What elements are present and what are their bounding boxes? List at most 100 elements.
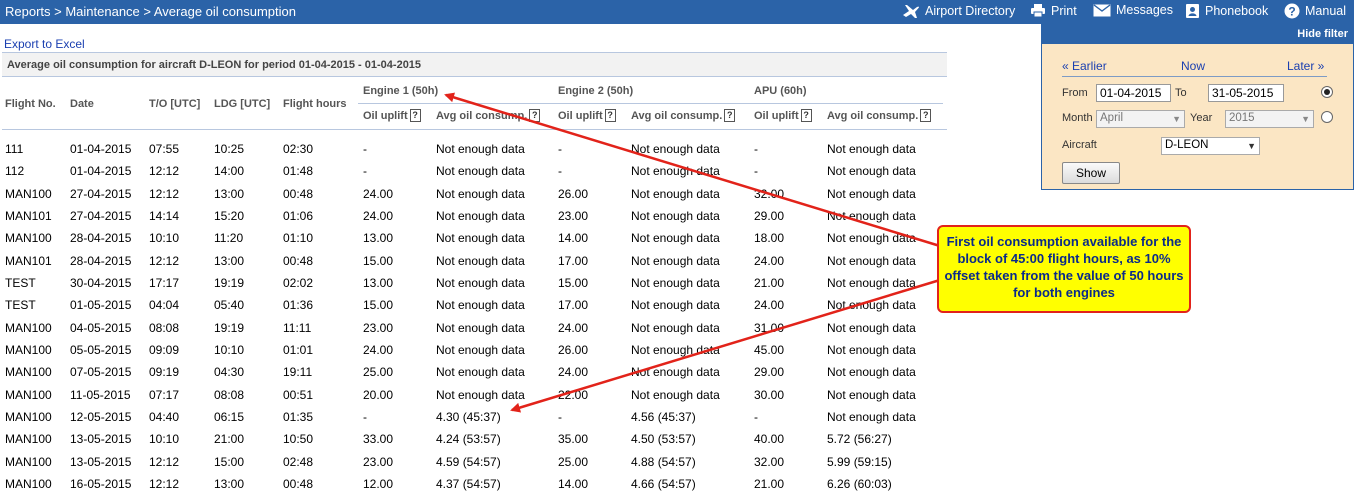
nav-airport-directory[interactable]: Airport Directory [902, 3, 1015, 19]
group-divider [358, 103, 943, 104]
sub-header-label: Oil uplift [363, 109, 408, 122]
help-icon[interactable]: ? [529, 109, 541, 122]
cell-apu-uplift: 24.00 [754, 298, 785, 313]
later-link[interactable]: Later » [1287, 59, 1324, 73]
cell-takeoff: 07:17 [149, 387, 180, 402]
nav-phonebook[interactable]: Phonebook [1185, 3, 1268, 19]
sub-header-label: Avg oil consump. [436, 109, 528, 122]
hide-filter-link[interactable]: Hide filter [1042, 24, 1353, 44]
cell-flight-no: MAN100 [5, 410, 52, 425]
from-date-input[interactable] [1096, 84, 1171, 102]
cell-takeoff: 04:40 [149, 410, 180, 425]
annotation-callout: First oil consumption available for the … [937, 225, 1191, 313]
cell-e1-uplift: 25.00 [363, 365, 394, 380]
earlier-link[interactable]: « Earlier [1062, 59, 1107, 73]
chevron-down-icon: ▼ [1172, 114, 1181, 124]
phonebook-icon [1185, 3, 1200, 19]
nav-manual[interactable]: ? Manual [1284, 3, 1346, 19]
cell-flight-hours: 01:06 [283, 209, 314, 224]
cell-flight-no: MAN101 [5, 209, 52, 224]
table-row: TEST 30-04-2015 17:17 19:19 02:02 13.00 Not en… [0, 274, 947, 296]
cell-takeoff: 12:12 [149, 253, 180, 268]
month-select[interactable]: April ▼ [1096, 110, 1185, 128]
cell-e2-avg: 4.50 (53:57) [631, 432, 696, 447]
cell-landing: 21:00 [214, 432, 245, 447]
col-header-landing: LDG [UTC] [214, 98, 271, 110]
help-icon[interactable]: ? [409, 109, 421, 122]
export-to-excel-link[interactable]: Export to Excel [4, 37, 85, 51]
to-date-input[interactable] [1208, 84, 1284, 102]
cell-flight-no: MAN100 [5, 454, 52, 469]
cell-apu-avg: Not enough data [827, 142, 916, 156]
month-value: April [1100, 112, 1124, 124]
table-row: MAN101 28-04-2015 12:12 13:00 00:48 15.00 Not … [0, 252, 947, 274]
cell-e2-avg: 4.88 (54:57) [631, 454, 696, 469]
nav-print[interactable]: Print [1030, 3, 1077, 18]
filter-panel: Hide filter « Earlier Now Later » From T… [1041, 24, 1354, 190]
cell-e1-avg: Not enough data [436, 343, 525, 358]
cell-apu-uplift: 29.00 [754, 365, 785, 380]
cell-flight-hours: 01:10 [283, 231, 314, 246]
month-year-radio[interactable] [1321, 111, 1333, 123]
cell-apu-avg: Not enough data [827, 365, 916, 380]
table-row: MAN100 07-05-2015 09:19 04:30 19:11 25.00 Not … [0, 363, 947, 385]
table-row: MAN101 27-04-2015 14:14 15:20 01:06 24.00 Not … [0, 207, 947, 229]
help-icon[interactable]: ? [800, 109, 812, 122]
nav-label: Phonebook [1205, 4, 1269, 18]
month-label: Month [1062, 112, 1093, 124]
cell-takeoff: 17:17 [149, 276, 180, 291]
cell-e1-avg: 4.37 (54:57) [436, 477, 501, 492]
nav-label: Messages [1116, 3, 1173, 17]
cell-apu-uplift: 32.00 [754, 454, 785, 469]
table-row: MAN100 27-04-2015 12:12 13:00 00:48 24.00 Not … [0, 185, 947, 207]
cell-e2-uplift: 25.00 [558, 454, 589, 469]
cell-e2-avg: Not enough data [631, 387, 720, 402]
year-select[interactable]: 2015 ▼ [1225, 110, 1314, 128]
cell-e1-uplift: 12.00 [363, 477, 394, 492]
table-row: MAN100 11-05-2015 07:17 08:08 00:51 20.00 Not … [0, 386, 947, 408]
help-icon[interactable]: ? [724, 109, 736, 122]
now-link[interactable]: Now [1181, 59, 1205, 73]
cell-landing: 19:19 [214, 320, 245, 335]
cell-apu-avg: Not enough data [827, 164, 916, 179]
cell-takeoff: 04:04 [149, 298, 180, 313]
cell-date: 07-05-2015 [70, 365, 132, 380]
table-row: TEST 01-05-2015 04:04 05:40 01:36 15.00 Not en… [0, 296, 947, 318]
group-header-engine-2: Engine 2 (50h) [558, 85, 634, 97]
table-row: 111 01-04-2015 07:55 10:25 02:30 - Not enough … [0, 140, 947, 162]
cell-date: 11-05-2015 [70, 387, 131, 402]
nav-messages[interactable]: Messages [1093, 3, 1173, 17]
cell-e1-uplift: 15.00 [363, 253, 394, 268]
help-icon[interactable]: ? [604, 109, 616, 122]
group-header-engine-1: Engine 1 (50h) [363, 85, 439, 97]
date-range-radio[interactable] [1321, 86, 1333, 98]
cell-e1-avg: Not enough data [436, 231, 525, 246]
cell-apu-avg: Not enough data [827, 186, 916, 201]
cell-e1-avg: Not enough data [436, 186, 525, 201]
cell-flight-no: MAN100 [5, 343, 52, 358]
report-title: Average oil consumption for aircraft D-L… [2, 52, 947, 77]
cell-flight-hours: 00:48 [283, 253, 314, 268]
col-header-flight-no: Flight No. [5, 98, 56, 110]
cell-landing: 13:00 [214, 253, 245, 268]
help-icon[interactable]: ? [920, 109, 932, 122]
cell-apu-avg: Not enough data [827, 320, 916, 335]
cell-e1-avg: Not enough data [436, 320, 525, 335]
aircraft-select[interactable]: D-LEON ▼ [1161, 137, 1260, 155]
sub-header-label: Oil uplift [754, 109, 799, 122]
printer-icon [1030, 3, 1046, 18]
cell-e1-avg: Not enough data [436, 209, 525, 224]
cell-flight-no: MAN101 [5, 253, 52, 268]
cell-e2-uplift: - [558, 142, 562, 156]
cell-e2-uplift: 17.00 [558, 253, 589, 268]
cell-date: 13-05-2015 [70, 432, 132, 447]
cell-e2-avg: Not enough data [631, 343, 720, 358]
cell-takeoff: 08:08 [149, 320, 180, 335]
cell-e1-avg: Not enough data [436, 276, 525, 291]
cell-date: 01-04-2015 [70, 164, 132, 179]
chevron-down-icon: ▼ [1247, 141, 1256, 151]
show-button[interactable]: Show [1062, 162, 1120, 184]
cell-apu-uplift: 32.00 [754, 186, 785, 201]
cell-landing: 13:00 [214, 186, 245, 201]
cell-e1-avg: Not enough data [436, 142, 525, 156]
